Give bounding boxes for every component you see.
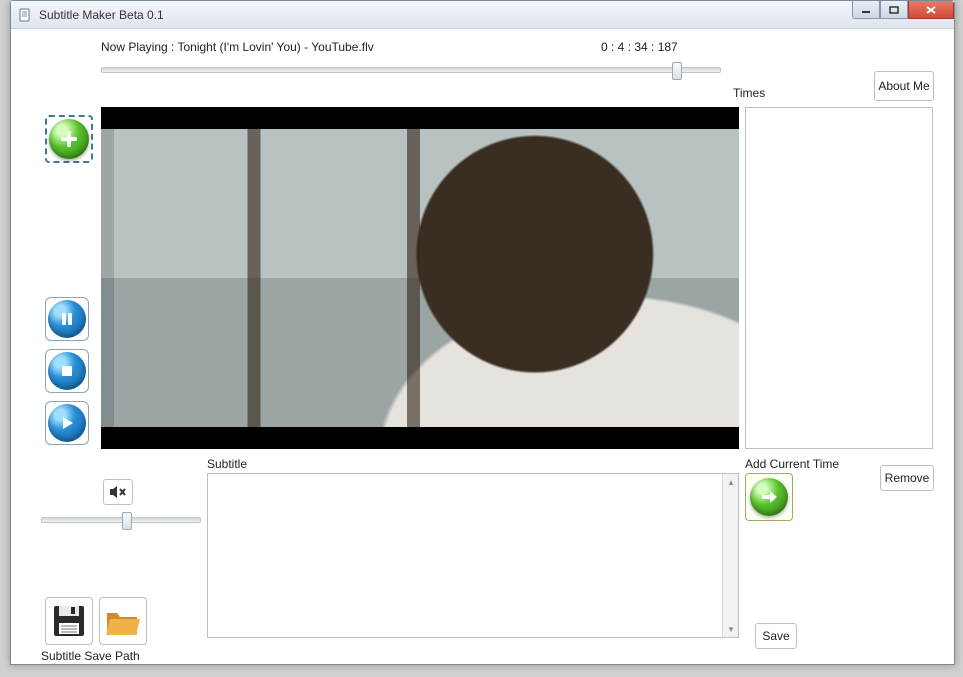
scroll-up-icon[interactable]: ▴ xyxy=(723,474,739,490)
subtitle-textarea[interactable]: ▴ ▾ xyxy=(207,473,739,638)
app-icon xyxy=(17,7,33,23)
window-title: Subtitle Maker Beta 0.1 xyxy=(39,8,164,22)
about-button-label: About Me xyxy=(878,79,929,93)
floppy-icon xyxy=(51,603,87,639)
add-current-time-button[interactable] xyxy=(745,473,793,521)
stop-button[interactable] xyxy=(45,349,89,393)
subtitle-scrollbar[interactable]: ▴ ▾ xyxy=(722,474,738,637)
add-file-button[interactable] xyxy=(45,115,93,163)
scroll-down-icon[interactable]: ▾ xyxy=(723,621,739,637)
subtitle-heading: Subtitle xyxy=(207,457,247,471)
stop-icon xyxy=(48,352,86,390)
add-current-time-heading: Add Current Time xyxy=(745,457,839,471)
application-window: Subtitle Maker Beta 0.1 Now Playing : To… xyxy=(10,0,955,665)
play-icon xyxy=(48,404,86,442)
now-playing-label: Now Playing : Tonight (I'm Lovin' You) -… xyxy=(101,40,601,54)
timecode-label: 0 : 4 : 34 : 187 xyxy=(601,40,678,54)
volume-slider[interactable] xyxy=(41,517,201,523)
pause-button[interactable] xyxy=(45,297,89,341)
pause-icon xyxy=(48,300,86,338)
folder-open-icon xyxy=(104,605,142,637)
play-button[interactable] xyxy=(45,401,89,445)
minimize-icon xyxy=(861,6,871,14)
remove-button[interactable]: Remove xyxy=(880,465,934,491)
mute-button[interactable] xyxy=(103,479,133,505)
seek-thumb[interactable] xyxy=(672,62,682,80)
video-viewport[interactable] xyxy=(101,107,739,449)
mute-icon xyxy=(109,485,127,499)
arrow-right-icon xyxy=(750,478,788,516)
video-frame xyxy=(101,129,739,427)
plus-icon xyxy=(49,119,89,159)
save-button[interactable]: Save xyxy=(755,623,797,649)
volume-thumb[interactable] xyxy=(122,512,132,530)
window-controls xyxy=(852,1,954,21)
minimize-button[interactable] xyxy=(852,1,880,19)
titlebar[interactable]: Subtitle Maker Beta 0.1 xyxy=(11,1,954,29)
browse-path-button[interactable] xyxy=(99,597,147,645)
maximize-button[interactable] xyxy=(880,1,908,19)
save-button-label: Save xyxy=(762,629,789,643)
close-button[interactable] xyxy=(908,1,954,19)
remove-button-label: Remove xyxy=(885,471,930,485)
maximize-icon xyxy=(889,6,899,14)
times-heading: Times xyxy=(733,86,765,100)
client-area: Now Playing : Tonight (I'm Lovin' You) -… xyxy=(11,29,954,664)
about-button[interactable]: About Me xyxy=(874,71,934,101)
save-path-label: Subtitle Save Path xyxy=(41,649,140,663)
close-icon xyxy=(925,5,937,15)
save-path-button[interactable] xyxy=(45,597,93,645)
seek-slider[interactable] xyxy=(101,67,721,73)
times-listbox[interactable] xyxy=(745,107,933,449)
